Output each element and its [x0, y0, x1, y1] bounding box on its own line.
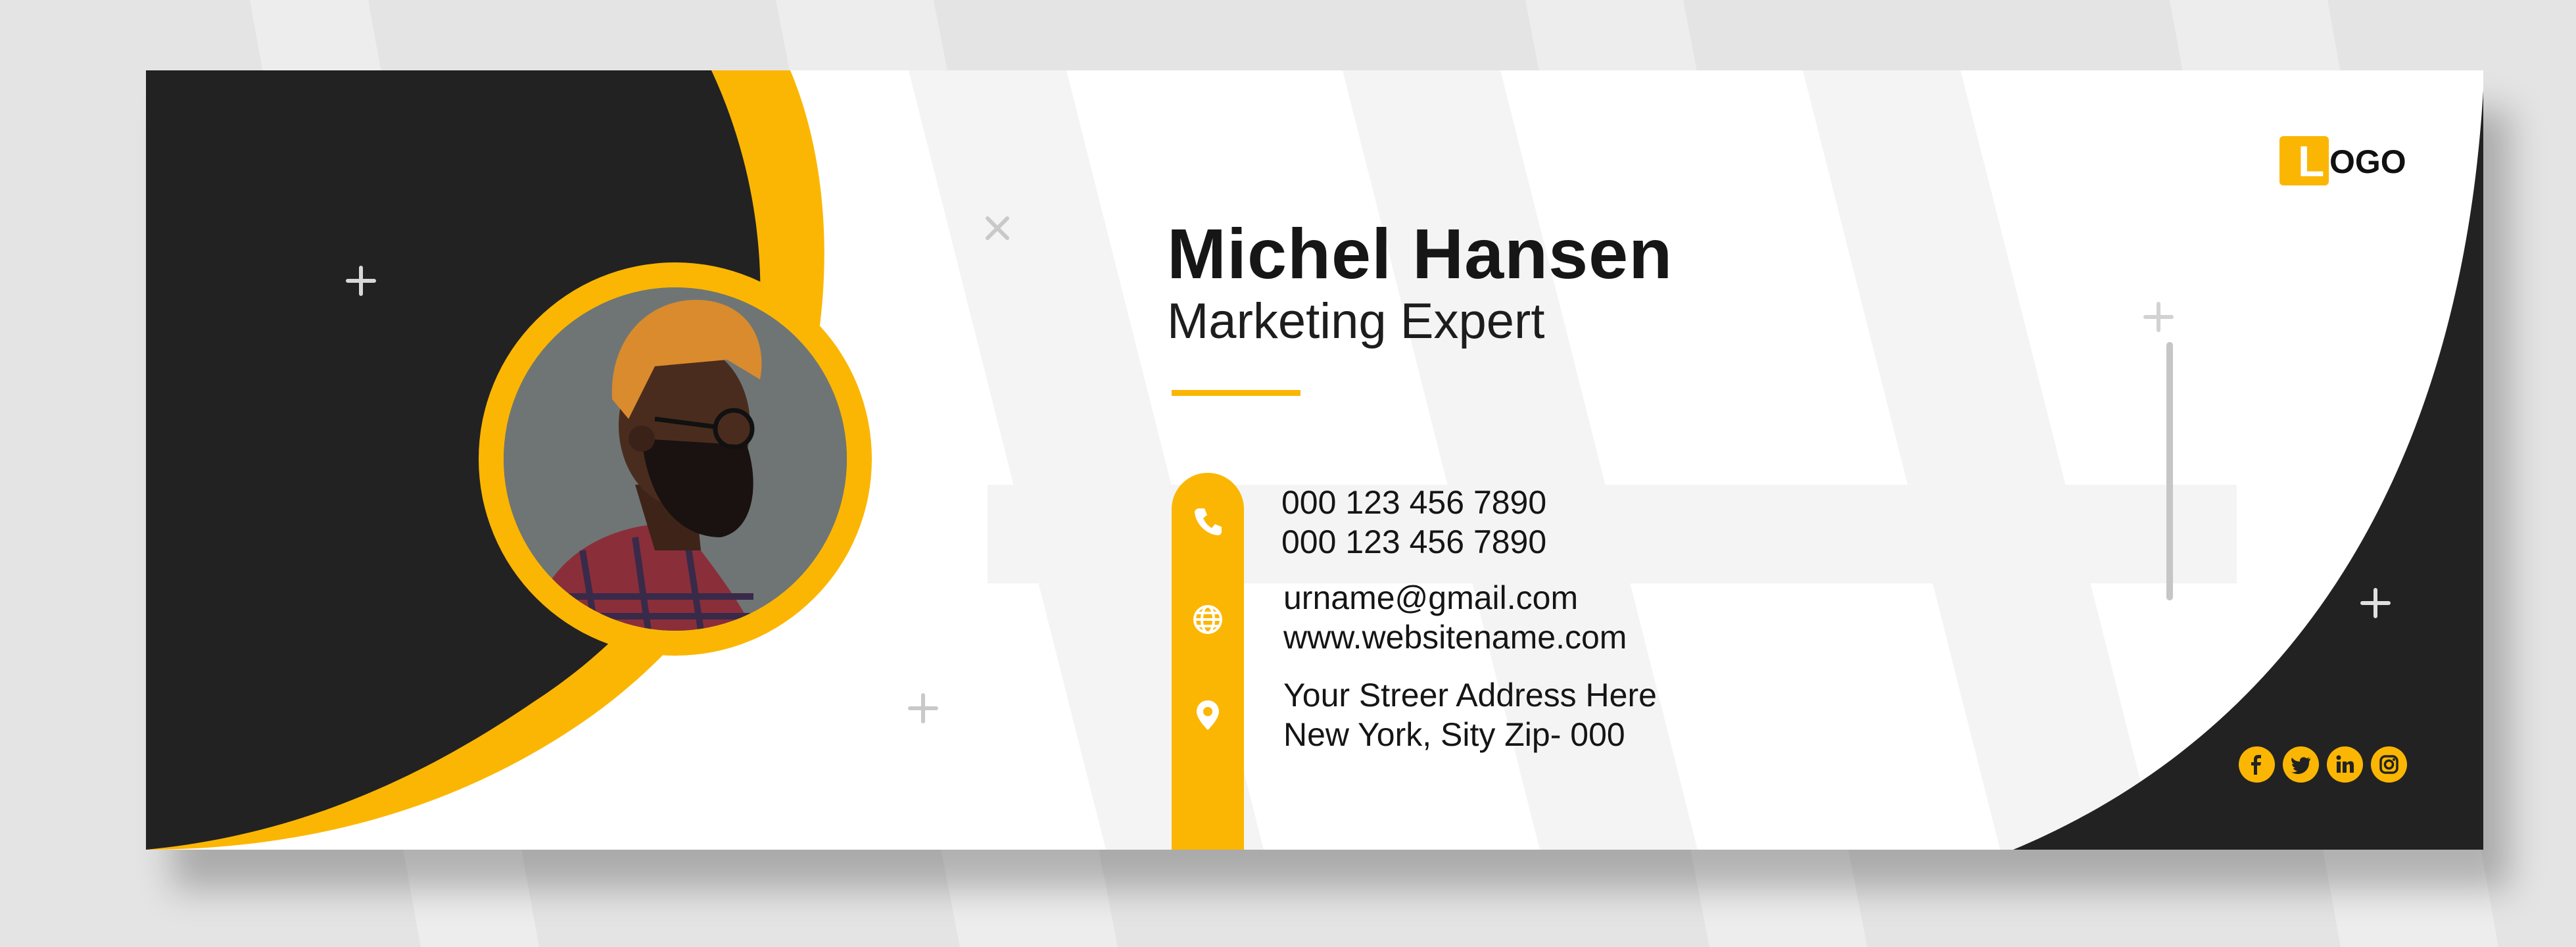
- address-line-2: New York, Sity Zip- 000: [1283, 716, 1625, 753]
- avatar: [504, 287, 847, 631]
- location-pin-icon: [1197, 700, 1219, 730]
- twitter-icon: [2291, 757, 2310, 774]
- plus-icon: [2143, 302, 2174, 332]
- globe-icon: [1193, 605, 1222, 634]
- plus-icon: [346, 266, 376, 296]
- logo-text: OGO: [2329, 143, 2406, 180]
- plus-icon: [908, 693, 938, 723]
- close-icon: [986, 216, 1009, 240]
- facebook-icon: [2251, 755, 2261, 775]
- logo-letter: L: [2298, 137, 2325, 185]
- address-line-1: Your Streer Address Here: [1283, 677, 1657, 714]
- linkedin-button[interactable]: [2327, 746, 2363, 783]
- divider: [1172, 390, 1300, 396]
- email-link[interactable]: urname@gmail.com: [1283, 578, 1578, 618]
- email-signature-card: Michel Hansen Marketing Expert 000 123 4…: [146, 70, 2483, 850]
- linkedin-icon: [2336, 755, 2354, 773]
- person-name: Michel Hansen: [1167, 214, 1673, 293]
- instagram-icon: [2379, 755, 2398, 774]
- instagram-button[interactable]: [2371, 746, 2407, 783]
- person-title: Marketing Expert: [1167, 293, 1545, 349]
- twitter-button[interactable]: [2283, 746, 2319, 783]
- facebook-button[interactable]: [2239, 746, 2275, 783]
- vertical-divider: [2166, 342, 2173, 600]
- website-link[interactable]: www.websitename.com: [1283, 618, 1627, 657]
- phone-line-1[interactable]: 000 123 456 7890: [1281, 483, 1546, 522]
- phone-line-2[interactable]: 000 123 456 7890: [1281, 522, 1546, 562]
- plus-icon: [2360, 588, 2391, 618]
- person-portrait-icon: [504, 287, 847, 631]
- phone-icon: [1195, 508, 1222, 535]
